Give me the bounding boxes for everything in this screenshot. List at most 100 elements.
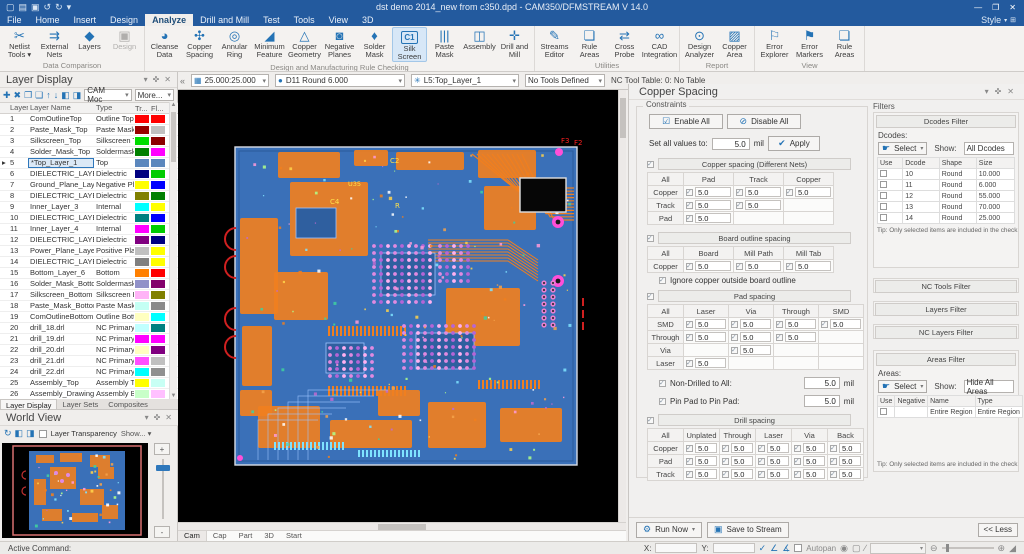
layer-row[interactable]: 20drill_18.drlNC Primary <box>0 323 178 334</box>
flash-color-swatch[interactable] <box>150 334 166 344</box>
zoom-out-icon[interactable]: ⊖ <box>930 543 938 554</box>
cell-value-input[interactable]: 5.0 <box>695 469 717 479</box>
qat-customize-icon[interactable]: ▾ <box>67 2 72 13</box>
cell-checkbox[interactable] <box>830 458 837 465</box>
flash-color-swatch[interactable] <box>150 169 166 179</box>
menu-tab-test[interactable]: Test <box>256 14 287 26</box>
cell-checkbox[interactable] <box>776 334 783 341</box>
cell-value-input[interactable]: 5.0 <box>695 456 717 466</box>
cell-value-input[interactable]: 5.0 <box>745 261 781 271</box>
pin-icon[interactable]: ✜ <box>154 413 161 422</box>
rule-areas-button[interactable]: ❏Rule Areas <box>572 27 607 60</box>
flash-color-swatch[interactable] <box>150 114 166 124</box>
negative-planes-button[interactable]: ◙Negative Planes <box>322 27 357 62</box>
layer-row[interactable]: 18Paste_Mask_BottomPaste Mask ... <box>0 301 178 312</box>
cell-checkbox[interactable] <box>830 471 837 478</box>
layer-row[interactable]: 16Solder_Mask_BottomSoldermask ... <box>0 279 178 290</box>
slash-mode-icon[interactable]: ∕ <box>864 543 866 553</box>
layer-row[interactable]: 7Ground_Plane_LayeNegative Pla... <box>0 180 178 191</box>
trace-color-swatch[interactable] <box>134 312 150 322</box>
copper-geometry-button[interactable]: △Copper Geometry <box>287 27 322 62</box>
flash-color-swatch[interactable] <box>150 290 166 300</box>
cell-checkbox[interactable] <box>686 445 693 452</box>
flash-color-swatch[interactable] <box>150 301 166 311</box>
layers-filter-header[interactable]: Layers Filter <box>875 303 1017 316</box>
new-file-icon[interactable]: ▢ <box>6 2 15 13</box>
cell-value-input[interactable]: 5.0 <box>695 213 731 223</box>
cell-checkbox[interactable] <box>758 458 765 465</box>
flash-color-swatch[interactable] <box>150 235 166 245</box>
cell-checkbox[interactable] <box>686 263 693 270</box>
layer-row[interactable]: 19ComOutlineBottomOutline Bottom <box>0 312 178 323</box>
silk-screen-button[interactable]: C1Silk Screen <box>392 27 427 62</box>
copper-spacing-button[interactable]: ✣Copper Spacing <box>182 27 217 62</box>
layer-row[interactable]: 15Bottom_Layer_6Bottom <box>0 268 178 279</box>
menu-tab-home[interactable]: Home <box>29 14 67 26</box>
zoom-out-button[interactable]: - <box>154 526 170 538</box>
layers-button[interactable]: ◆Layers <box>72 27 107 60</box>
cell-checkbox[interactable] <box>736 263 743 270</box>
cell-checkbox[interactable] <box>686 334 693 341</box>
canvas-vertical-scrollbar[interactable] <box>618 90 626 522</box>
disable-all-button[interactable]: ⊘Disable All <box>727 114 801 129</box>
cell-checkbox[interactable] <box>731 334 738 341</box>
layer-row[interactable]: 10DIELECTRIC_LAYEDielectric <box>0 213 178 224</box>
solder-mask-button[interactable]: ♦Solder Mask <box>357 27 392 62</box>
cell-value-input[interactable]: 5.0 <box>795 261 831 271</box>
flash-color-swatch[interactable] <box>150 180 166 190</box>
pcb-canvas[interactable]: C2U35C4RF3F2 <box>178 90 626 522</box>
less-button[interactable]: << Less <box>978 523 1018 537</box>
cell-value-input[interactable]: 5.0 <box>695 319 726 329</box>
flash-color-swatch[interactable] <box>150 378 166 388</box>
cell-checkbox[interactable] <box>794 445 801 452</box>
cell-value-input[interactable]: 5.0 <box>695 261 731 271</box>
cell-checkbox[interactable] <box>736 202 743 209</box>
cell-value-input[interactable]: 5.0 <box>695 187 731 197</box>
panel-menu-icon[interactable]: ▾ <box>145 413 149 422</box>
copy-colors-icon[interactable]: ◧ <box>61 90 70 101</box>
layer-transparency-checkbox[interactable] <box>39 430 47 438</box>
trace-color-swatch[interactable] <box>134 114 150 124</box>
use-checkbox[interactable] <box>880 170 887 177</box>
trace-color-swatch[interactable] <box>134 191 150 201</box>
cell-value-input[interactable]: 5.0 <box>803 469 825 479</box>
layer-row[interactable]: ▸5*Top_Layer_1Top <box>0 158 178 169</box>
layer-row[interactable]: 3Silkscreen_TopSilkscreen T... <box>0 136 178 147</box>
copy-layer-icon[interactable]: ❐ <box>24 90 32 101</box>
trace-color-swatch[interactable] <box>134 213 150 223</box>
trace-color-swatch[interactable] <box>134 356 150 366</box>
cell-checkbox[interactable] <box>776 321 783 328</box>
y-coordinate-input[interactable] <box>713 543 755 553</box>
pad-enabled-checkbox[interactable] <box>647 293 654 300</box>
cell-value-input[interactable]: 5.0 <box>785 332 816 342</box>
flash-color-swatch[interactable] <box>150 158 166 168</box>
cell-value-input[interactable]: 5.0 <box>795 187 831 197</box>
dcodes-show-combo[interactable]: All Dcodes <box>964 142 1014 155</box>
zoom-in-icon[interactable]: ⊕ <box>998 543 1006 554</box>
layer-row[interactable]: 2Paste_Mask_TopPaste Mask <box>0 125 178 136</box>
cell-checkbox[interactable] <box>722 458 729 465</box>
trace-color-swatch[interactable] <box>134 158 150 168</box>
trace-color-swatch[interactable] <box>134 257 150 267</box>
tab-composites[interactable]: Composites <box>103 399 153 409</box>
trace-color-swatch[interactable] <box>134 169 150 179</box>
autopan-checkbox[interactable] <box>794 544 802 552</box>
layer-row[interactable]: 14DIELECTRIC_LAYEDielectric <box>0 257 178 268</box>
toolbar-collapse-icon[interactable]: « <box>180 76 185 86</box>
snap-check-icon[interactable]: ✓ <box>759 543 767 554</box>
cell-value-input[interactable]: 5.0 <box>839 456 861 466</box>
world-view-canvas[interactable] <box>2 443 148 538</box>
cell-value-input[interactable]: 5.0 <box>803 443 825 453</box>
apply-button[interactable]: ✔Apply <box>768 136 820 151</box>
cell-checkbox[interactable] <box>758 471 765 478</box>
add-layer-icon[interactable]: ✚ <box>3 90 11 101</box>
ribbon-options-icon[interactable]: ⊞ <box>1010 16 1016 24</box>
layer-row[interactable]: 17Silkscreen_BottomSilkscreen B... <box>0 290 178 301</box>
extra-checkbox[interactable] <box>659 380 666 387</box>
ignore-outside-checkbox[interactable] <box>659 277 666 284</box>
menu-tab-drill-and-mill[interactable]: Drill and Mill <box>193 14 256 26</box>
dcode-row[interactable]: 10Round10.000 <box>878 169 1015 180</box>
measure-arc-icon[interactable]: ∡ <box>782 543 790 554</box>
flash-color-swatch[interactable] <box>150 147 166 157</box>
layer-row[interactable]: 6DIELECTRIC_LAYEDielectric <box>0 169 178 180</box>
